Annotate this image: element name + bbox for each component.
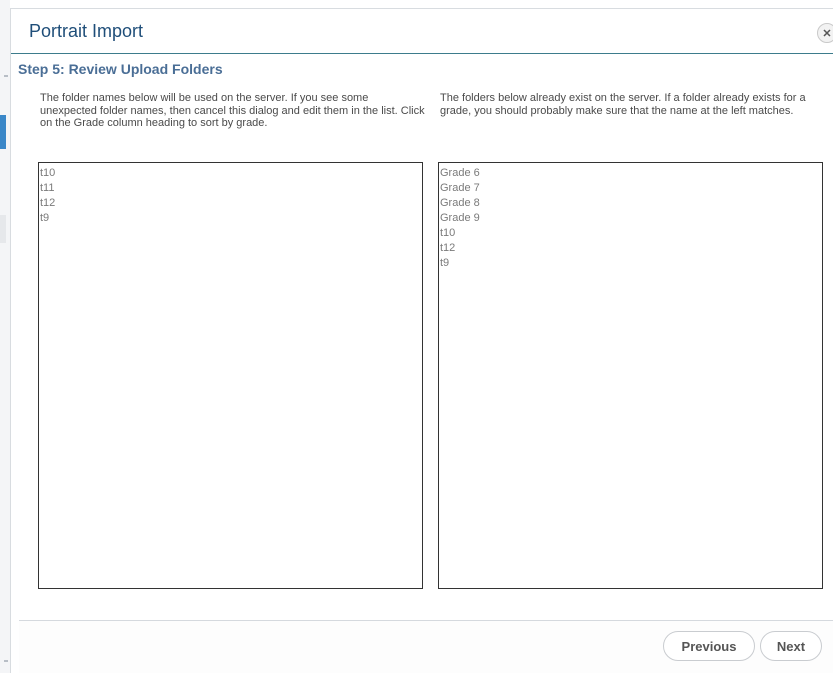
list-item[interactable]: t12 (40, 196, 421, 211)
background-page-mark (4, 660, 8, 662)
close-button[interactable]: ✕ (817, 23, 833, 43)
list-item[interactable]: t10 (40, 166, 421, 181)
close-icon: ✕ (822, 27, 832, 40)
portrait-import-dialog: Portrait Import ✕ Step 5: Review Upload … (10, 8, 833, 673)
previous-button[interactable]: Previous (663, 631, 755, 661)
left-instructions: The folder names below will be used on t… (40, 92, 425, 129)
background-page-edge (0, 0, 10, 673)
existing-folders-list[interactable]: Grade 6 Grade 7 Grade 8 Grade 9 t10 t12 … (438, 162, 823, 589)
background-page-mark (4, 75, 8, 77)
list-item[interactable]: t9 (440, 256, 821, 271)
list-item[interactable]: Grade 9 (440, 211, 821, 226)
step-title: Step 5: Review Upload Folders (18, 61, 223, 77)
upload-folders-list[interactable]: t10 t11 t12 t9 (38, 162, 423, 589)
background-page-accent (0, 115, 6, 149)
list-item[interactable]: t11 (40, 181, 421, 196)
background-page-block (0, 215, 6, 243)
list-item[interactable]: Grade 8 (440, 196, 821, 211)
dialog-title: Portrait Import (29, 21, 144, 41)
right-instructions: The folders below already exist on the s… (440, 92, 806, 117)
dialog-header: Portrait Import ✕ (11, 9, 833, 54)
list-item[interactable]: t9 (40, 211, 421, 226)
list-item[interactable]: Grade 6 (440, 166, 821, 181)
next-button[interactable]: Next (760, 631, 822, 661)
list-item[interactable]: t10 (440, 226, 821, 241)
list-item[interactable]: Grade 7 (440, 181, 821, 196)
list-item[interactable]: t12 (440, 241, 821, 256)
